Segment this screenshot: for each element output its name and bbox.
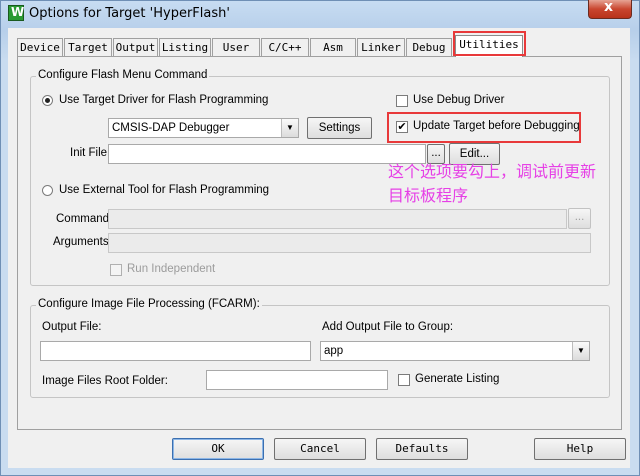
generate-listing-checkbox[interactable]: [398, 374, 410, 386]
annotation-note: 这个选项要勾上，调试前更新 目标板程序: [388, 160, 596, 208]
use-debug-driver-label: Use Debug Driver: [413, 94, 505, 106]
app-icon-glyph: W: [11, 5, 25, 19]
command-input[interactable]: [108, 209, 567, 229]
tab-asm[interactable]: Asm: [310, 38, 356, 56]
use-target-driver-label: Use Target Driver for Flash Programming: [59, 94, 269, 106]
highlight-box-utilities-tab: [453, 31, 526, 56]
add-output-file-label: Add Output File to Group:: [322, 321, 454, 333]
tab-device[interactable]: Device: [17, 38, 63, 56]
use-external-tool-label: Use External Tool for Flash Programming: [59, 184, 270, 196]
close-button[interactable]: x: [588, 0, 632, 19]
output-group-value: app: [324, 345, 344, 357]
defaults-button[interactable]: Defaults: [376, 438, 468, 460]
highlight-box-update-target: [387, 112, 581, 143]
window-title: Options for Target 'HyperFlash': [29, 6, 230, 21]
flash-driver-value: CMSIS-DAP Debugger: [112, 122, 230, 134]
image-root-folder-label: Image Files Root Folder:: [42, 375, 168, 387]
tab-debug[interactable]: Debug: [406, 38, 452, 56]
chevron-down-icon[interactable]: ▼: [572, 342, 589, 360]
output-file-input[interactable]: [40, 341, 311, 361]
init-file-input[interactable]: [108, 144, 426, 164]
generate-listing-label: Generate Listing: [415, 373, 500, 385]
use-target-driver-radio[interactable]: [42, 95, 53, 106]
title-bar[interactable]: W Options for Target 'HyperFlash' x: [0, 0, 638, 28]
arguments-label: Arguments:: [53, 236, 112, 248]
help-button[interactable]: Help: [534, 438, 626, 460]
chevron-down-icon[interactable]: ▼: [281, 119, 298, 137]
image-root-folder-input[interactable]: [206, 370, 388, 390]
output-file-label: Output File:: [42, 321, 102, 333]
command-label: Command:: [56, 213, 113, 225]
tab-target[interactable]: Target: [64, 38, 112, 56]
use-external-tool-radio[interactable]: [42, 185, 53, 196]
output-group-select[interactable]: app ▼: [320, 341, 590, 361]
tab-linker[interactable]: Linker: [357, 38, 405, 56]
annotation-line-2: 目标板程序: [388, 186, 469, 205]
arguments-input[interactable]: [108, 233, 591, 253]
run-independent-label: Run Independent: [127, 263, 216, 275]
close-icon: x: [604, 0, 614, 15]
use-debug-driver-checkbox[interactable]: [396, 95, 408, 107]
cancel-button[interactable]: Cancel: [274, 438, 366, 460]
run-independent-checkbox[interactable]: [110, 264, 122, 276]
tab-listing[interactable]: Listing: [159, 38, 211, 56]
tab-user[interactable]: User: [212, 38, 260, 56]
flash-menu-group-label: Configure Flash Menu Command: [36, 69, 210, 81]
image-processing-group-label: Configure Image File Processing (FCARM):: [36, 298, 262, 310]
init-file-label: Init File:: [70, 147, 111, 159]
ok-button[interactable]: OK: [172, 438, 264, 460]
tab-c-cpp[interactable]: C/C++: [261, 38, 309, 56]
settings-button[interactable]: Settings: [307, 117, 372, 139]
flash-driver-select[interactable]: CMSIS-DAP Debugger ▼: [108, 118, 299, 138]
keil-app-icon: W: [8, 5, 24, 21]
tab-output[interactable]: Output: [113, 38, 158, 56]
command-browse-button[interactable]: ...: [568, 208, 591, 229]
annotation-line-1: 这个选项要勾上，调试前更新: [388, 162, 597, 181]
